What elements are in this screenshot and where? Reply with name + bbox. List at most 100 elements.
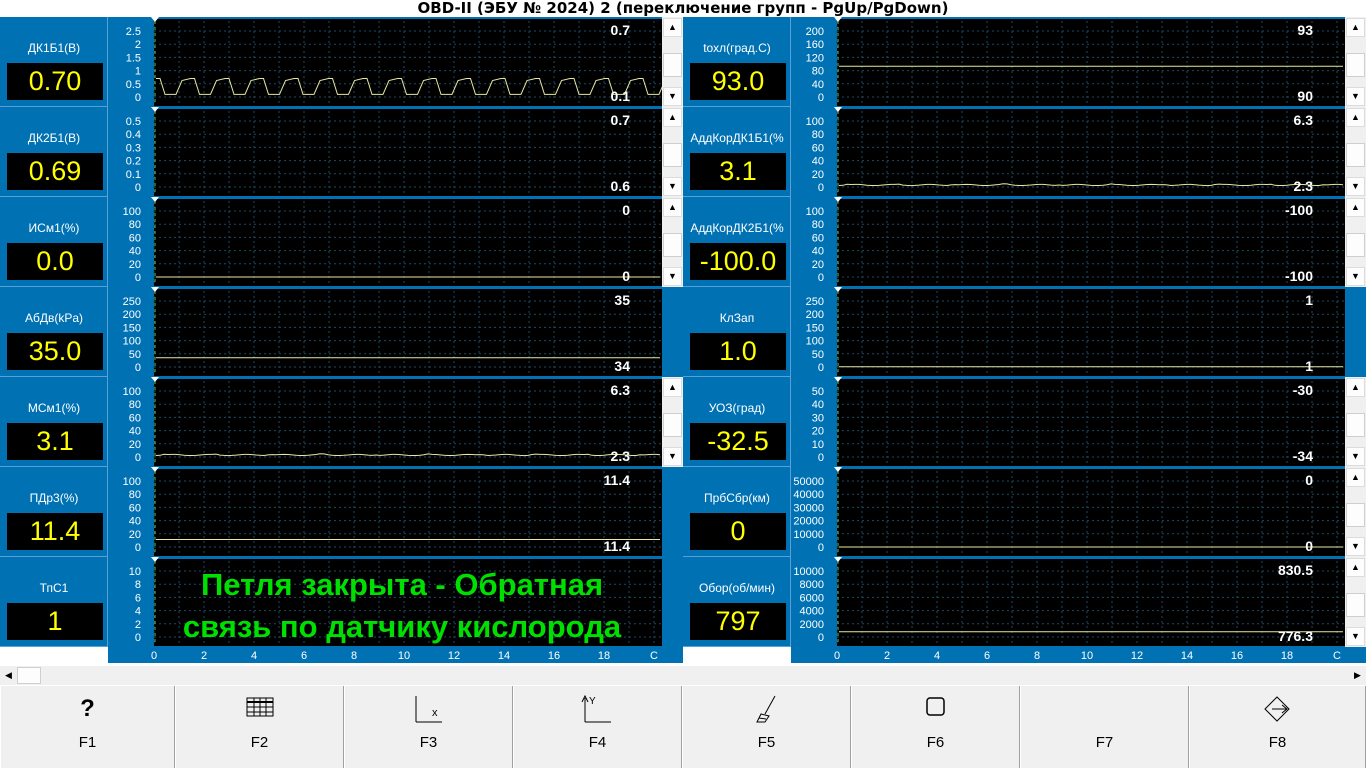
scroll-up-arrow-icon[interactable]: ▲ — [1346, 198, 1365, 217]
gauge-panel-dk2b1: ДК2Б1(В) 0.69 0.5 0.4 0.3 0.2 0.1 0 0.7 0.6 ▲ ▼ — [0, 107, 683, 197]
y-tick-label: 50 — [129, 349, 141, 361]
y-tick-label: 60 — [812, 142, 824, 154]
vertical-scrollbar[interactable]: ▲ ▼ — [662, 17, 683, 107]
y-tick-label: 60 — [812, 232, 824, 244]
x-tick-label: 16 — [548, 650, 560, 662]
scroll-down-arrow-icon[interactable]: ▼ — [663, 267, 682, 286]
scroll-thumb[interactable] — [663, 233, 682, 257]
fkey-f1-button[interactable]: ? F1 — [0, 686, 175, 768]
fkey-f6-button[interactable]: F6 — [851, 686, 1020, 768]
gauge-panel-ism1: ИСм1(%) 0.0 100 80 60 40 20 0 0 0 ▲ ▼ — [0, 197, 683, 287]
y-tick-label: 10000 — [793, 566, 824, 578]
vertical-scrollbar[interactable]: ▲ ▼ — [1345, 467, 1366, 557]
scroll-thumb[interactable] — [1346, 53, 1365, 77]
y-tick-label: 40 — [812, 156, 824, 168]
y-tick-label: 20000 — [793, 516, 824, 528]
y-tick-label: 4 — [135, 606, 141, 618]
scroll-thumb[interactable] — [1346, 233, 1365, 257]
scroll-up-arrow-icon[interactable]: ▲ — [1346, 18, 1365, 37]
scroll-thumb[interactable] — [1346, 593, 1365, 617]
y-tick-label: 2 — [135, 39, 141, 51]
vertical-scrollbar[interactable]: ▲ ▼ — [662, 107, 683, 197]
scroll-thumb[interactable] — [663, 143, 682, 167]
x-tick-label: 12 — [448, 650, 460, 662]
fkey-f2-button[interactable]: F2 — [175, 686, 344, 768]
param-value: 3.1 — [690, 153, 786, 190]
y-tick-label: 60 — [129, 502, 141, 514]
y-tick-label: 40 — [812, 79, 824, 91]
scroll-up-arrow-icon[interactable]: ▲ — [1346, 558, 1365, 577]
scroll-thumb[interactable] — [663, 53, 682, 77]
scroll-up-arrow-icon[interactable]: ▲ — [1346, 378, 1365, 397]
vertical-scrollbar[interactable]: ▲ ▼ — [1345, 197, 1366, 287]
scroll-thumb[interactable] — [1346, 503, 1365, 527]
y-tick-label: 80 — [812, 129, 824, 141]
scroll-down-arrow-icon[interactable]: ▼ — [1346, 447, 1365, 466]
scroll-down-arrow-icon[interactable]: ▼ — [1346, 537, 1365, 556]
vertical-scrollbar[interactable]: ▲ ▼ — [1345, 377, 1366, 467]
scroll-down-arrow-icon[interactable]: ▼ — [1346, 267, 1365, 286]
param-value: 0 — [690, 513, 786, 550]
scroll-down-arrow-icon[interactable]: ▼ — [1346, 87, 1365, 106]
fkey-f4-button[interactable]: Y F4 — [513, 686, 682, 768]
scroll-down-arrow-icon[interactable]: ▼ — [1346, 627, 1365, 646]
x-tick-label: 12 — [1131, 650, 1143, 662]
scroll-thumb[interactable] — [1346, 413, 1365, 437]
min-value-label: 0.1 — [611, 88, 631, 104]
horizontal-scroll-thumb[interactable] — [17, 667, 41, 684]
y-tick-label: 0 — [135, 92, 141, 104]
scroll-up-arrow-icon[interactable]: ▲ — [1346, 468, 1365, 487]
param-label-area: ДК2Б1(В) 0.69 — [0, 107, 108, 197]
scroll-up-arrow-icon[interactable]: ▲ — [663, 198, 682, 217]
vertical-scrollbar[interactable]: ▲ ▼ — [662, 197, 683, 287]
scroll-up-arrow-icon[interactable]: ▲ — [663, 378, 682, 397]
scroll-thumb[interactable] — [1346, 143, 1365, 167]
fkey-f7-button[interactable]: F7 — [1020, 686, 1189, 768]
scroll-up-arrow-icon[interactable]: ▲ — [663, 108, 682, 127]
param-value: 0.0 — [7, 243, 103, 280]
y-tick-label: 100 — [123, 206, 141, 218]
chart-svg: 504030 20100 -30 -34 — [791, 377, 1345, 467]
plot-area: 200 160 120 80 40 0 93 90 — [791, 17, 1345, 107]
param-label-area: КлЗап 1.0 — [683, 287, 791, 377]
y-tick-label: 0 — [135, 362, 141, 374]
scrollbar-placeholder — [662, 287, 683, 377]
fkey-f3-button[interactable]: x F3 — [344, 686, 513, 768]
vertical-scrollbar[interactable]: ▲ ▼ — [1345, 557, 1366, 647]
scroll-right-arrow-icon[interactable]: ▶ — [1349, 666, 1366, 685]
param-name: ТпС1 — [39, 581, 69, 595]
vertical-scrollbar[interactable]: ▲ ▼ — [662, 377, 683, 467]
param-value: 1 — [7, 603, 103, 640]
scroll-down-arrow-icon[interactable]: ▼ — [663, 87, 682, 106]
param-name: ИСм1(%) — [28, 221, 80, 235]
y-tick-label: 100 — [806, 206, 824, 218]
scroll-thumb[interactable] — [663, 413, 682, 437]
scroll-left-arrow-icon[interactable]: ◀ — [0, 666, 17, 685]
plot-area: 100 80 60 40 20 0 6.3 2.3 — [791, 107, 1345, 197]
y-tick-label: 0.2 — [126, 156, 141, 168]
y-tick-label: 30 — [812, 412, 824, 424]
scroll-up-arrow-icon[interactable]: ▲ — [663, 18, 682, 37]
plot-background — [837, 379, 1345, 466]
chart-svg: 1008060 40200 6.3 2.3 — [791, 107, 1345, 197]
scroll-down-arrow-icon[interactable]: ▼ — [663, 447, 682, 466]
table-icon — [176, 694, 343, 724]
y-tick-label: 0 — [135, 542, 141, 554]
max-value-label: 830.5 — [1278, 562, 1313, 578]
max-value-label: 11.4 — [604, 472, 631, 488]
y-tick-label: 30000 — [793, 502, 824, 514]
y-tick-label: 2.5 — [126, 26, 141, 38]
y-tick-label: 40 — [129, 246, 141, 258]
min-value-label: -100 — [1285, 268, 1313, 284]
scrollbar-placeholder — [662, 467, 683, 557]
vertical-scrollbar[interactable]: ▲ ▼ — [1345, 17, 1366, 107]
fkey-f5-button[interactable]: F5 — [682, 686, 851, 768]
vertical-scrollbar[interactable]: ▲ ▼ — [1345, 107, 1366, 197]
horizontal-scrollbar[interactable]: ◀ ▶ — [0, 666, 1366, 685]
fkey-f8-button[interactable]: F8 — [1189, 686, 1366, 768]
scroll-down-arrow-icon[interactable]: ▼ — [1346, 177, 1365, 196]
scroll-down-arrow-icon[interactable]: ▼ — [663, 177, 682, 196]
scroll-up-arrow-icon[interactable]: ▲ — [1346, 108, 1365, 127]
gauge-panel-addk2: АддКорДК2Б1(% -100.0 100 80 60 40 20 0 -100 -100 ▲… — [683, 197, 1366, 287]
param-value: -100.0 — [690, 243, 786, 280]
